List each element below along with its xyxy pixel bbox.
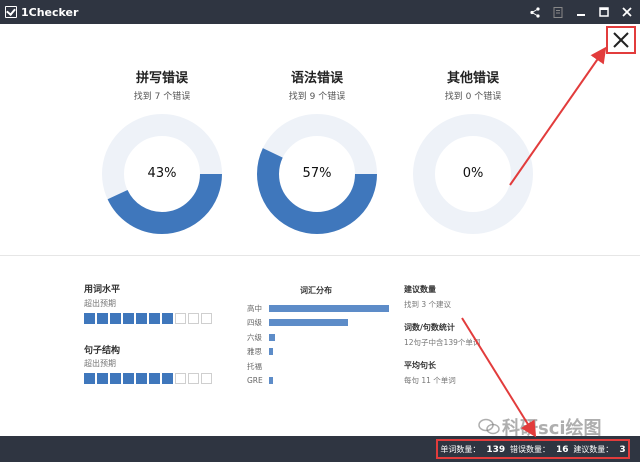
app-logo-icon <box>5 6 17 18</box>
donut-title: 拼写错误 <box>135 71 188 86</box>
meter-block <box>110 313 121 324</box>
vocab-row-label: 六级 <box>247 332 262 342</box>
meter-block <box>84 313 95 324</box>
meter-block <box>97 373 108 384</box>
donut-chart: 0% <box>413 114 533 234</box>
error-count-label: 错误数量： <box>509 444 550 454</box>
donut-title: 其他错误 <box>446 71 499 86</box>
suggestion-count: 建议数量： 3 <box>573 444 625 455</box>
window-close-icon[interactable] <box>620 5 634 19</box>
vocab-row: 托福 <box>247 360 269 372</box>
meter-block <box>149 373 160 384</box>
vocab-bar <box>269 333 275 341</box>
vocab-level-label: 用词水平 <box>84 285 121 295</box>
vocab-row-label: 托福 <box>247 361 262 371</box>
word-sentence-label: 词数/句数统计 <box>404 323 455 332</box>
word-count: 单词数量： 139 <box>440 444 505 455</box>
meter-block <box>201 373 212 384</box>
vocab-bar <box>269 304 389 312</box>
meter-block <box>136 313 147 324</box>
meter-block <box>123 373 134 384</box>
word-count-label: 单词数量： <box>440 444 481 454</box>
meter-block <box>162 373 173 384</box>
donut-subtitle: 找到 0 个错误 <box>444 92 502 102</box>
donut-chart: 57% <box>257 114 377 234</box>
other-errors-panel: 其他错误 找到 0 个错误 0% <box>403 70 543 234</box>
suggestion-count-sub: 找到 3 个建议 <box>404 300 452 309</box>
grammar-errors-panel: 语法错误 找到 9 个错误 57% <box>247 70 387 234</box>
meter-block <box>149 313 160 324</box>
close-report-button[interactable] <box>606 26 636 54</box>
meter-block <box>84 373 95 384</box>
word-sentence-sub: 12句子中含139个单词 <box>404 338 481 347</box>
title-bar: 1Checker <box>0 0 640 24</box>
meter-block <box>97 313 108 324</box>
suggestion-count-label: 建议数量 <box>404 285 436 294</box>
donut-title: 语法错误 <box>290 71 343 86</box>
vocab-row: 雅思 <box>247 346 273 358</box>
vocab-row-label: 雅思 <box>247 347 262 356</box>
vocab-row: GRE <box>247 375 273 387</box>
meter-block <box>188 313 199 324</box>
vocab-dist-title: 词汇分布 <box>300 286 332 295</box>
sentence-structure-label: 句子结构 <box>84 346 121 356</box>
vocab-bar <box>269 377 273 384</box>
donut-percent: 0% <box>462 166 484 181</box>
meter-block <box>110 373 121 384</box>
word-count-value: 139 <box>486 444 506 455</box>
meter-block <box>162 313 173 324</box>
status-bar: 单词数量： 139 错误数量： 16 建议数量： 3 <box>0 436 640 462</box>
vocab-row-label: 高中 <box>247 303 262 313</box>
donut-subtitle: 找到 7 个错误 <box>133 92 191 102</box>
meter-block <box>136 373 147 384</box>
donut-percent: 57% <box>302 166 332 181</box>
status-summary: 单词数量： 139 错误数量： 16 建议数量： 3 <box>436 439 630 459</box>
maximize-icon[interactable] <box>597 5 611 19</box>
share-icon[interactable] <box>528 5 542 19</box>
minimize-icon[interactable] <box>574 5 588 19</box>
donut-percent: 43% <box>147 166 177 181</box>
wechat-icon <box>478 418 500 435</box>
vocab-row: 四级 <box>247 317 349 329</box>
donut-chart: 43% <box>102 114 222 234</box>
window-controls <box>528 0 634 24</box>
meter-block <box>188 373 199 384</box>
vocab-bar <box>269 319 349 326</box>
vocab-bar <box>269 348 273 355</box>
sentence-structure-sub: 超出预期 <box>84 359 116 368</box>
error-count-value: 16 <box>555 444 569 455</box>
meter-block <box>201 313 212 324</box>
avg-length-label: 平均句长 <box>404 361 436 370</box>
vocab-row: 高中 <box>247 302 389 314</box>
sentence-structure-meter <box>84 373 212 384</box>
document-icon[interactable] <box>551 5 565 19</box>
donut-subtitle: 找到 9 个错误 <box>288 92 346 102</box>
vocab-row: 六级 <box>247 331 275 343</box>
vocab-level-meter <box>84 313 212 324</box>
meter-block <box>175 313 186 324</box>
spelling-errors-panel: 拼写错误 找到 7 个错误 43% <box>92 70 232 234</box>
app-title: 1Checker <box>21 5 79 19</box>
suggestion-count-status-label: 建议数量： <box>573 444 614 454</box>
avg-length-sub: 每句 11 个单词 <box>404 376 456 385</box>
meter-block <box>175 373 186 384</box>
vocab-row-label: GRE <box>247 376 263 385</box>
section-divider <box>0 255 640 256</box>
close-icon <box>613 32 629 48</box>
vocab-row-label: 四级 <box>247 318 262 327</box>
meter-block <box>123 313 134 324</box>
suggestion-count-value: 3 <box>619 444 626 455</box>
vocab-level-sub: 超出预期 <box>84 299 116 308</box>
error-count: 错误数量： 16 <box>510 444 569 455</box>
